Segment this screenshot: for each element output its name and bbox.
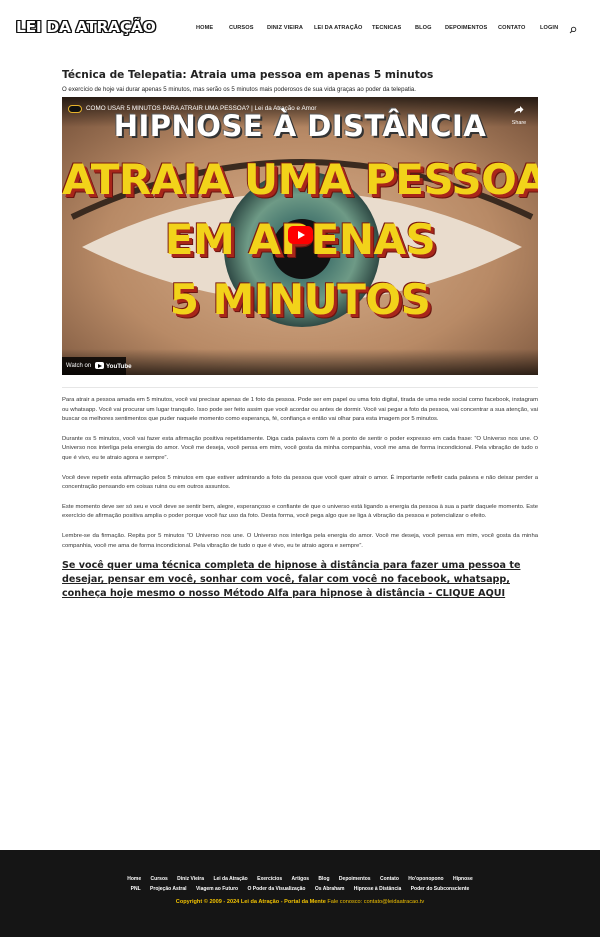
watch-on-label: Watch on (66, 363, 92, 369)
page-subtitle: O exercício de hoje vai durar apenas 5 m… (62, 86, 416, 93)
play-icon[interactable] (288, 226, 313, 244)
nav-cursos[interactable]: CURSOS (229, 25, 254, 31)
contact-email-link[interactable]: contato@leidaatracao.tv (364, 899, 424, 905)
footer-link[interactable]: Ho'oponopono (408, 876, 443, 882)
footer-link[interactable]: PNL (131, 886, 141, 892)
footer-link[interactable]: Os Abraham (315, 886, 345, 892)
share-icon (514, 106, 524, 114)
footer-link[interactable]: Blog (318, 876, 329, 882)
nav-blog[interactable]: BLOG (415, 25, 432, 31)
video-title[interactable]: COMO USAR 5 MINUTOS PARA ATRAIR UMA PESS… (86, 105, 317, 112)
nav-login[interactable]: LOGIN (540, 25, 558, 31)
thumbnail-line-3: 5 MINUTOS (169, 275, 431, 324)
footer-link[interactable]: Depoimentos (339, 876, 371, 882)
footer-links-row-2: PNL Projeção Astral Viagem ao Futuro O P… (0, 884, 600, 894)
share-button[interactable]: Share (510, 101, 528, 126)
youtube-wordmark: YouTube (106, 362, 132, 370)
nav-lei-da-atracao[interactable]: LEI DA ATRAÇÃO (314, 25, 362, 31)
footer-link[interactable]: O Poder da Visualização (247, 886, 305, 892)
thumbnail-line-1: ATRAIA UMA PESSOA (62, 155, 538, 204)
footer-link[interactable]: Projeção Astral (150, 886, 187, 892)
article-body: Para atrair a pessoa amada em 5 minutos,… (62, 396, 538, 561)
site-footer: Home Cursos Diniz Vieira Lei da Atração … (0, 850, 600, 937)
channel-avatar-icon[interactable] (68, 105, 82, 113)
cta-link[interactable]: Se você quer uma técnica completa de hip… (62, 559, 538, 601)
share-label: Share (511, 120, 527, 126)
footer-link[interactable]: Hipnose à Distância (354, 886, 402, 892)
footer-links-row-1: Home Cursos Diniz Vieira Lei da Atração … (0, 874, 600, 884)
nav-home[interactable]: HOME (196, 25, 213, 31)
paragraph: Durante os 5 minutos, você vai fazer est… (62, 435, 538, 461)
nav-contato[interactable]: CONTATO (498, 25, 525, 31)
paragraph: Você deve repetir esta afirmação pelos 5… (62, 474, 538, 491)
main-nav: HOME CURSOS DINIZ VIEIRA LEI DA ATRAÇÃO … (190, 25, 570, 35)
footer-link[interactable]: Exercícios (257, 876, 282, 882)
site-header: LEI DA ATRAÇÃO HOME CURSOS DINIZ VIEIRA … (0, 0, 600, 60)
article-header: Técnica de Telepatia: Atraia uma pessoa … (62, 66, 538, 93)
page-title: Técnica de Telepatia: Atraia uma pessoa … (62, 69, 434, 81)
youtube-video-embed[interactable]: HIPNOSE À DISTÂNCIA ATRAIA UMA PESSOA EM… (62, 97, 538, 375)
thumbnail-headline: HIPNOSE À DISTÂNCIA (113, 109, 487, 143)
footer-link[interactable]: Cursos (151, 876, 168, 882)
site-logo[interactable]: LEI DA ATRAÇÃO (16, 18, 156, 36)
contact-label: Fale conosco: (327, 899, 363, 905)
nav-tecnicas[interactable]: TECNICAS (372, 25, 401, 31)
footer-links: Home Cursos Diniz Vieira Lei da Atração … (0, 874, 600, 894)
footer-link[interactable]: Lei da Atração (213, 876, 247, 882)
paragraph: Lembre-se da firmação. Repita por 5 minu… (62, 532, 538, 549)
nav-depoimentos[interactable]: DEPOIMENTOS (445, 25, 487, 31)
search-icon[interactable] (569, 26, 577, 34)
footer-link[interactable]: Viagem ao Futuro (196, 886, 238, 892)
paragraph: Este momento deve ser só seu e você deve… (62, 503, 538, 520)
footer-link[interactable]: Diniz Vieira (177, 876, 204, 882)
footer-link[interactable]: Artigos (292, 876, 310, 882)
footer-link[interactable]: Contato (380, 876, 399, 882)
content-divider (62, 387, 538, 388)
footer-link[interactable]: Home (127, 876, 141, 882)
paragraph: Para atrair a pessoa amada em 5 minutos,… (62, 397, 538, 423)
watch-on-youtube-button[interactable]: Watch on YouTube (62, 357, 132, 375)
copyright-text: Copyright © 2009 - 2024 Lei da Atração -… (175, 899, 326, 905)
footer-link[interactable]: Hipnose (453, 876, 473, 882)
copyright: Copyright © 2009 - 2024 Lei da Atração -… (0, 899, 600, 905)
video-bottom-shade (62, 349, 538, 375)
nav-diniz-vieira[interactable]: DINIZ VIEIRA (267, 25, 303, 31)
youtube-logo-icon (95, 362, 104, 369)
footer-link[interactable]: Poder do Subconsciente (411, 886, 470, 892)
